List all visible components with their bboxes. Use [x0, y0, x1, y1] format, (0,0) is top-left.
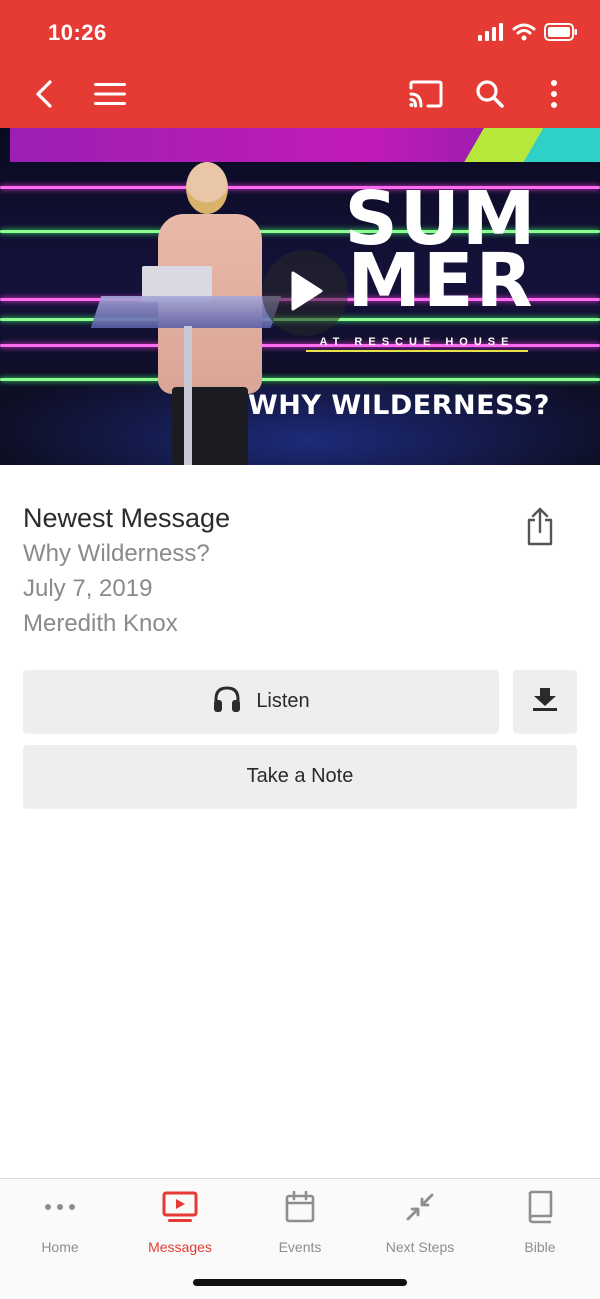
tab-events[interactable]: Events: [240, 1189, 360, 1259]
share-icon: [525, 506, 555, 551]
listen-button[interactable]: Listen: [23, 670, 499, 733]
backdrop-band: [10, 128, 600, 162]
arrows-in-icon: [405, 1189, 435, 1225]
video-player[interactable]: SUM MER AT RESCUE HOUSE WHY WILDERNESS?: [0, 128, 600, 465]
wifi-icon: [512, 23, 536, 46]
download-icon: [531, 686, 559, 718]
play-button[interactable]: [262, 250, 348, 336]
tab-label: Home: [41, 1239, 79, 1255]
back-button[interactable]: [24, 76, 64, 116]
headphones-icon: [212, 685, 242, 719]
search-icon: [475, 79, 505, 114]
tab-messages[interactable]: Messages: [120, 1189, 240, 1259]
home-indicator[interactable]: [193, 1279, 407, 1286]
cast-icon: [408, 80, 444, 113]
status-icons: [478, 22, 578, 46]
lectern-base: [90, 296, 282, 328]
tab-label: Bible: [524, 1239, 556, 1255]
menu-button[interactable]: [90, 76, 130, 116]
calendar-icon: [285, 1189, 315, 1225]
neon-line: [0, 378, 600, 381]
video-play-icon: [162, 1189, 198, 1225]
chevron-left-icon: [34, 79, 54, 114]
book-icon: [526, 1189, 554, 1225]
message-speaker: Meredith Knox: [23, 610, 178, 637]
section-heading: Newest Message: [23, 503, 231, 533]
take-note-label: Take a Note: [246, 765, 354, 787]
message-details: Newest Message Why Wilderness? July 7, 2…: [23, 500, 503, 641]
more-horizontal-icon: [44, 1189, 76, 1225]
tab-label: Messages: [148, 1239, 212, 1255]
tab-next-steps[interactable]: Next Steps: [360, 1189, 480, 1259]
download-button[interactable]: [513, 670, 577, 733]
take-note-button[interactable]: Take a Note: [23, 745, 577, 808]
tab-label: Events: [278, 1239, 322, 1255]
message-title: Why Wilderness?: [23, 540, 210, 567]
more-options-button[interactable]: [534, 76, 574, 116]
status-time: 10:26: [48, 20, 107, 45]
series-graphic-subtitle: AT RESCUE HOUSE: [306, 336, 528, 352]
listen-label: Listen: [256, 690, 310, 712]
search-button[interactable]: [470, 76, 510, 116]
more-vertical-icon: [550, 79, 558, 114]
tab-bible[interactable]: Bible: [480, 1189, 600, 1259]
battery-icon: [544, 22, 578, 46]
signal-icon: [478, 22, 504, 46]
hamburger-menu-icon: [93, 81, 127, 112]
play-icon: [285, 269, 325, 318]
sermon-graphic-caption: WHY WILDERNESS?: [248, 390, 550, 421]
share-button[interactable]: [520, 506, 560, 550]
tab-home[interactable]: Home: [0, 1189, 120, 1259]
tab-label: Next Steps: [385, 1239, 455, 1255]
message-date: July 7, 2019: [23, 575, 153, 602]
lectern-stand: [184, 326, 192, 465]
cast-button[interactable]: [406, 76, 446, 116]
app-header: 10:26: [0, 0, 600, 128]
